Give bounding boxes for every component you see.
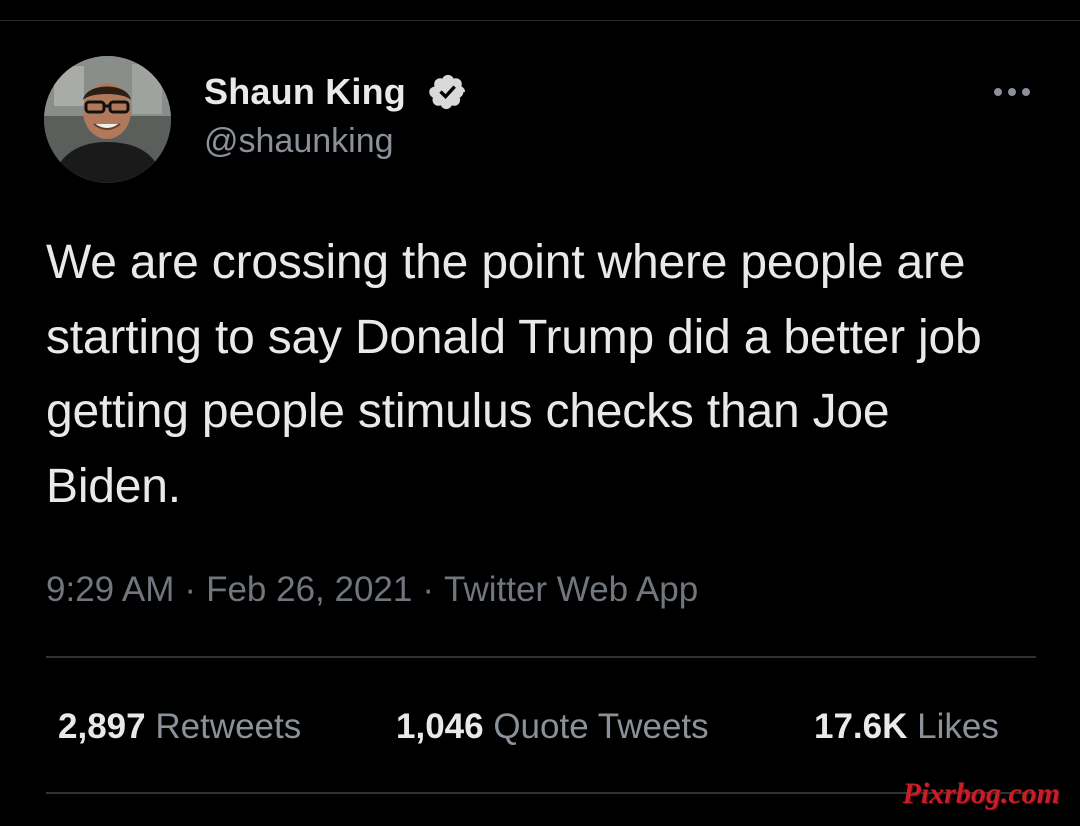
tweet-source: Twitter Web App (444, 570, 699, 609)
handle[interactable]: @shaunking (204, 119, 394, 163)
likes-stat[interactable]: 17.6K Likes (814, 705, 999, 749)
tweet-time[interactable]: 9:29 AM (46, 570, 174, 609)
retweets-label: Retweets (155, 707, 302, 746)
stats-top-divider (46, 656, 1036, 658)
more-options-icon[interactable] (990, 80, 1034, 104)
quote-tweets-label: Quote Tweets (493, 707, 709, 746)
avatar[interactable] (44, 56, 171, 183)
tweet-text: We are crossing the point where people a… (46, 236, 982, 513)
top-divider (0, 20, 1080, 21)
likes-label: Likes (917, 707, 999, 746)
stats-bottom-divider (46, 792, 1036, 794)
tweet-date[interactable]: Feb 26, 2021 (206, 570, 412, 609)
display-name[interactable]: Shaun King (204, 70, 406, 114)
verified-badge-icon (429, 74, 466, 110)
watermark: Pixrbog.com (902, 777, 1061, 810)
meta-separator: · (184, 570, 197, 609)
tweet-meta: 9:29 AM · Feb 26, 2021 · Twitter Web App (46, 568, 698, 612)
retweets-stat[interactable]: 2,897 Retweets (58, 705, 301, 749)
quote-tweets-count: 1,046 (396, 707, 484, 746)
avatar-photo (44, 56, 171, 183)
meta-separator: · (422, 570, 435, 609)
retweets-count: 2,897 (58, 707, 146, 746)
likes-count: 17.6K (814, 707, 908, 746)
quote-tweets-stat[interactable]: 1,046 Quote Tweets (396, 705, 709, 749)
